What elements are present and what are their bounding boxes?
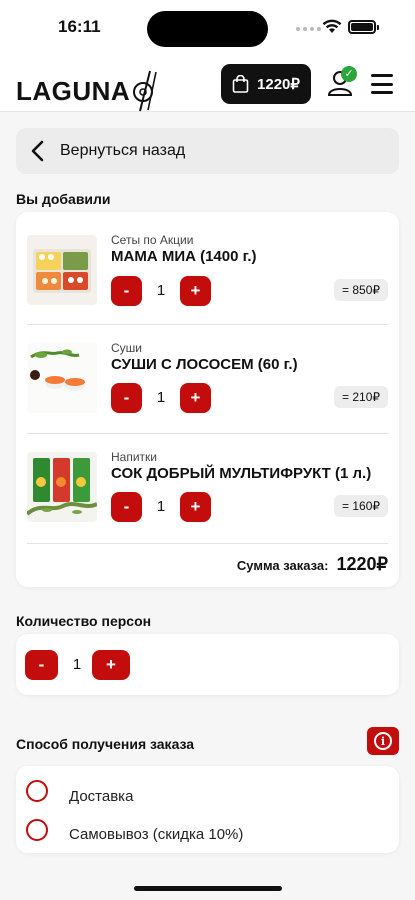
logo-chopsticks-icon <box>133 70 158 112</box>
decrease-qty-button[interactable]: - <box>111 276 142 306</box>
item-price: = 850₽ <box>334 279 388 301</box>
info-icon: i <box>374 732 392 750</box>
cart-total: 1220₽ <box>257 76 300 93</box>
delivery-options-card: Доставка Самовывоз (скидка 10%) <box>16 766 399 853</box>
persons-qty: 1 <box>72 656 82 673</box>
cart-item: Суши СУШИ С ЛОСОСЕМ (60 г.) - 1 + = 210₽ <box>16 325 399 433</box>
increase-qty-button[interactable]: + <box>180 276 211 306</box>
item-price: = 160₽ <box>334 495 388 517</box>
item-name: СУШИ С ЛОСОСЕМ (60 г.) <box>111 356 298 373</box>
back-label: Вернуться назад <box>60 142 186 159</box>
app-header: LAGUNA 1220₽ ✓ <box>0 56 415 112</box>
increase-persons-button[interactable]: + <box>92 650 130 680</box>
decrease-qty-button[interactable]: - <box>111 492 142 522</box>
chevron-left-icon <box>31 140 44 162</box>
order-items-card: Сеты по Акции МАМА МИА (1400 г.) - 1 + =… <box>16 212 399 587</box>
item-qty: 1 <box>156 389 166 406</box>
increase-qty-button[interactable]: + <box>180 383 211 413</box>
order-sum-label: Сумма заказа: <box>236 558 329 573</box>
product-image-set <box>27 235 97 305</box>
item-category: Сеты по Акции <box>111 233 194 247</box>
persons-section-title: Количество персон <box>16 613 152 629</box>
delivery-option-label: Доставка <box>69 788 134 805</box>
product-image-juice <box>27 452 97 522</box>
item-qty: 1 <box>156 498 166 515</box>
cart-item: Сеты по Акции МАМА МИА (1400 г.) - 1 + =… <box>16 212 399 320</box>
logo[interactable]: LAGUNA <box>16 70 162 112</box>
radio-delivery[interactable] <box>26 780 48 802</box>
decrease-qty-button[interactable]: - <box>111 383 142 413</box>
item-category: Напитки <box>111 450 157 464</box>
product-image-sushi <box>27 343 97 413</box>
home-indicator <box>134 886 282 891</box>
pickup-option-label: Самовывоз (скидка 10%) <box>69 826 244 843</box>
divider <box>27 543 388 544</box>
order-sum-row: Сумма заказа: 1220₽ <box>237 554 388 575</box>
item-category: Суши <box>111 341 142 355</box>
status-time: 16:11 <box>58 17 101 36</box>
item-price: = 210₽ <box>334 386 388 408</box>
signal-dots-icon <box>296 27 321 31</box>
item-name: СОК ДОБРЫЙ МУЛЬТИФРУКТ (1 л.) <box>111 465 372 482</box>
cart-item: Напитки СОК ДОБРЫЙ МУЛЬТИФРУКТ (1 л.) - … <box>16 434 399 542</box>
dynamic-island <box>147 11 268 47</box>
check-badge-icon: ✓ <box>341 66 357 82</box>
hamburger-menu-icon[interactable] <box>371 74 393 94</box>
shopping-bag-icon <box>232 75 249 93</box>
back-button[interactable]: Вернуться назад <box>16 128 399 174</box>
logo-text: LAGUNA <box>16 75 131 106</box>
info-button[interactable]: i <box>367 727 399 755</box>
status-bar: 16:11 <box>0 0 415 56</box>
order-sum-value: 1220₽ <box>336 554 389 574</box>
radio-pickup[interactable] <box>26 819 48 841</box>
cart-button[interactable]: 1220₽ <box>221 64 311 104</box>
added-section-title: Вы добавили <box>16 191 111 207</box>
battery-icon <box>348 20 379 34</box>
persons-card: - 1 + <box>16 634 399 695</box>
increase-qty-button[interactable]: + <box>180 492 211 522</box>
item-qty: 1 <box>156 282 166 299</box>
delivery-section-title: Способ получения заказа <box>16 736 195 752</box>
item-name: МАМА МИА (1400 г.) <box>111 248 257 265</box>
decrease-persons-button[interactable]: - <box>25 650 58 680</box>
wifi-icon <box>322 19 342 33</box>
